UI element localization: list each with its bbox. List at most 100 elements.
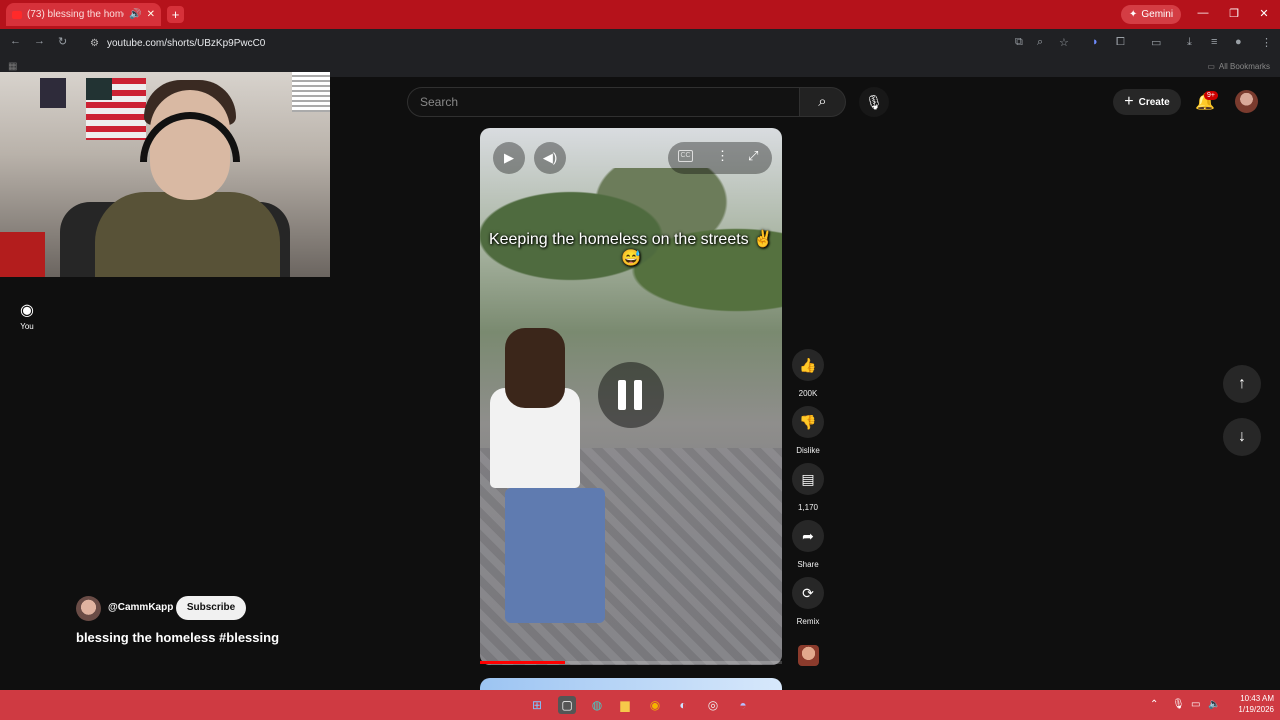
task-view-icon[interactable]: ▢ <box>558 696 576 714</box>
volume-icon: ◀) <box>542 150 558 165</box>
search-button[interactable]: ⌕ <box>800 87 846 117</box>
folder-icon: ▭ <box>1207 62 1215 71</box>
comment-count: 1,170 <box>797 503 819 512</box>
url-text: youtube.com/shorts/UBzKp9PwcC0 <box>106 37 266 49</box>
chrome-icon[interactable]: ◉ <box>646 696 664 714</box>
file-explorer-icon[interactable]: ▆ <box>616 696 634 714</box>
youtube-favicon-icon <box>12 10 22 19</box>
pause-icon[interactable] <box>598 362 664 428</box>
forward-icon[interactable]: → <box>34 35 45 47</box>
windows-start-icon[interactable]: ⊞ <box>528 696 546 714</box>
taskbar-clock[interactable]: 10:43 AM 1/19/2026 <box>1224 693 1274 715</box>
channel-avatar[interactable] <box>76 596 101 621</box>
tray-chevron-icon[interactable]: ⌃ <box>1150 699 1158 710</box>
bookmark-star-icon[interactable]: ☆ <box>1059 36 1069 49</box>
back-icon[interactable]: ← <box>10 35 21 47</box>
you-label: You <box>20 322 34 331</box>
restore-icon[interactable]: ❐ <box>1227 7 1241 20</box>
site-info-icon[interactable]: ⚙ <box>90 38 99 49</box>
sidebar-item-you[interactable]: ◉ You <box>12 300 42 331</box>
apps-grid-icon[interactable]: ▦ <box>8 61 17 72</box>
mic-tray-icon[interactable]: 🎙 <box>1172 699 1185 710</box>
steam-icon[interactable]: ◐ <box>674 696 692 714</box>
comments-button[interactable]: ▤ 1,170 <box>788 463 828 512</box>
streamer-shirt <box>95 192 280 277</box>
extensions-puzzle-icon[interactable]: ⧠ <box>1116 36 1125 49</box>
thumbs-up-icon: 👍 <box>792 349 824 381</box>
voice-search-button[interactable]: 🎙 <box>859 87 889 117</box>
edge-icon[interactable]: ◍ <box>588 696 606 714</box>
remix-button[interactable]: ⟳ Remix <box>788 577 828 626</box>
minimize-icon[interactable]: — <box>1196 7 1210 19</box>
network-icon[interactable]: ▭ <box>1191 699 1200 710</box>
install-icon[interactable]: ⧉ <box>1015 36 1023 49</box>
speaker-icon[interactable]: 🔈 <box>1208 699 1220 710</box>
dislike-button[interactable]: 👎 Dislike <box>788 406 828 455</box>
closed-captions-icon[interactable]: CC <box>678 150 693 162</box>
play-icon: ▶ <box>504 150 514 165</box>
play-button[interactable]: ▶ <box>493 142 525 174</box>
windows-taskbar <box>0 690 1280 720</box>
reload-icon[interactable]: ↻ <box>58 35 67 48</box>
more-options-icon[interactable]: ⋮ <box>716 148 729 164</box>
split-view-icon[interactable]: ▭ <box>1151 36 1161 49</box>
remix-icon: ⟳ <box>792 577 824 609</box>
tab-close-icon[interactable]: ✕ <box>147 9 155 20</box>
browser-tab-bar <box>0 0 1280 29</box>
arrow-down-icon: ↓ <box>1238 428 1246 445</box>
video-title[interactable]: blessing the homeless #blessing <box>76 630 279 645</box>
create-label: Create <box>1138 96 1170 108</box>
gemini-button[interactable]: ✦ Gemini <box>1121 5 1182 24</box>
subscribe-button[interactable]: Subscribe <box>176 596 246 620</box>
volume-button[interactable]: ◀) <box>534 142 566 174</box>
remix-label: Remix <box>796 617 820 626</box>
next-short-preview[interactable] <box>480 678 782 690</box>
close-window-icon[interactable]: ✕ <box>1257 7 1271 20</box>
window-blinds <box>292 72 330 112</box>
like-count: 200K <box>798 389 818 398</box>
sound-channel-avatar[interactable] <box>798 645 819 666</box>
media-control-icon[interactable]: ≡ <box>1211 36 1217 48</box>
dislike-label: Dislike <box>796 446 820 455</box>
account-circle-icon: ◉ <box>20 302 34 319</box>
share-label: Share <box>797 560 819 569</box>
tab-audio-icon[interactable]: 🔊 <box>129 9 141 20</box>
video-progress-fill <box>480 661 565 664</box>
gemini-label: Gemini <box>1141 9 1174 20</box>
url-field[interactable]: ⚙ youtube.com/shorts/UBzKp9PwcC0 <box>82 32 1082 54</box>
video-person <box>485 328 605 623</box>
microphone-icon: 🎙 <box>865 94 883 110</box>
search-icon: ⌕ <box>818 93 827 110</box>
search-input[interactable]: Search <box>407 87 800 117</box>
new-tab-button[interactable]: + <box>167 6 184 23</box>
clock-time: 10:43 AM <box>1240 694 1274 703</box>
download-icon[interactable]: ⤓ <box>1187 36 1192 49</box>
zoom-icon[interactable]: ⌕ <box>1037 36 1043 49</box>
thumbs-down-icon: 👎 <box>792 406 824 438</box>
sparkle-icon: ✦ <box>1129 9 1138 20</box>
next-short-button[interactable]: ↓ <box>1223 418 1261 456</box>
browser-tab[interactable]: (73) blessing the homeless 🔊 ✕ <box>6 3 161 26</box>
arrow-up-icon: ↑ <box>1238 375 1246 392</box>
all-bookmarks-label: All Bookmarks <box>1218 62 1270 71</box>
share-arrow-icon: ➦ <box>792 520 824 552</box>
discord-icon[interactable]: ◓ <box>734 696 752 714</box>
menu-kebab-icon[interactable]: ⋮ <box>1261 36 1272 49</box>
profile-icon[interactable]: ● <box>1235 36 1242 48</box>
create-button[interactable]: + Create <box>1113 89 1181 115</box>
clock-date: 1/19/2026 <box>1238 705 1274 714</box>
person-jeans <box>505 488 605 623</box>
obs-icon[interactable]: ◎ <box>704 696 722 714</box>
previous-short-button[interactable]: ↑ <box>1223 365 1261 403</box>
fullscreen-icon[interactable]: ⤢ <box>748 148 758 164</box>
extension-icon[interactable]: ◗ <box>1092 36 1099 48</box>
share-button[interactable]: ➦ Share <box>788 520 828 569</box>
tab-title: (73) blessing the homeless <box>27 9 124 20</box>
user-avatar[interactable] <box>1235 90 1258 113</box>
like-button[interactable]: 👍 200K <box>788 349 828 398</box>
american-flag <box>86 78 146 140</box>
notification-badge: 9+ <box>1204 91 1218 100</box>
channel-handle[interactable]: @CammKapp <box>108 602 173 613</box>
all-bookmarks-button[interactable]: ▭ All Bookmarks <box>1207 62 1270 71</box>
video-progress-bar[interactable] <box>480 661 782 664</box>
